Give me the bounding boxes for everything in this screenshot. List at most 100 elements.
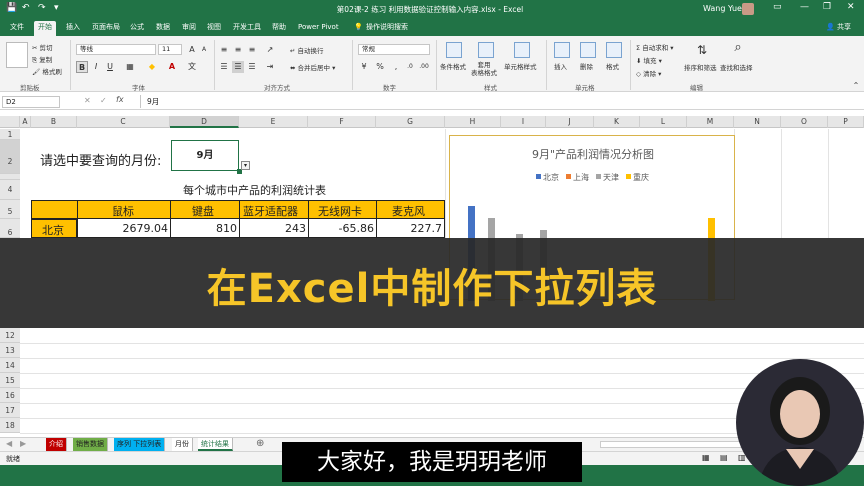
- col-header-d[interactable]: D: [170, 116, 239, 128]
- enter-icon[interactable]: ✓: [100, 96, 107, 105]
- underline-icon[interactable]: U: [104, 61, 116, 73]
- comma-icon[interactable]: ,: [390, 61, 402, 73]
- add-sheet-icon[interactable]: ⊕: [256, 438, 264, 449]
- align-right-icon[interactable]: ☰: [246, 61, 258, 73]
- col-header-i[interactable]: I: [501, 116, 546, 128]
- sheet-tab-intro[interactable]: 介绍: [46, 438, 67, 451]
- delete-button[interactable]: 删除: [580, 61, 593, 71]
- number-format-select[interactable]: 常规: [358, 44, 430, 55]
- autosum-button[interactable]: Σ 自动求和 ▾: [636, 42, 674, 52]
- col-header-a[interactable]: A: [20, 116, 31, 128]
- row-header-5[interactable]: 5: [0, 200, 20, 219]
- conditional-format-button[interactable]: 条件格式: [440, 61, 466, 71]
- col-header-h[interactable]: H: [445, 116, 501, 128]
- insert-cells-icon[interactable]: [554, 42, 570, 58]
- col-header-o[interactable]: O: [781, 116, 828, 128]
- ribbon-display-icon[interactable]: ▭: [773, 2, 782, 12]
- tab-file[interactable]: 文件: [6, 21, 28, 36]
- collapse-ribbon-icon[interactable]: ⌃: [850, 80, 862, 92]
- formula-input[interactable]: 9月: [140, 95, 855, 108]
- dropdown-arrow-icon[interactable]: ▾: [241, 161, 250, 170]
- row-header-14[interactable]: 14: [0, 358, 20, 373]
- align-left-icon[interactable]: ☰: [218, 61, 230, 73]
- currency-icon[interactable]: ¥: [358, 61, 370, 73]
- next-sheet-icon[interactable]: ▶: [20, 439, 26, 448]
- cut-button[interactable]: ✂ 剪切: [32, 42, 53, 52]
- col-header-g[interactable]: G: [376, 116, 445, 128]
- tab-page-layout[interactable]: 页面布局: [88, 21, 124, 36]
- sheet-tab-stats[interactable]: 统计结果: [198, 438, 233, 451]
- share-button[interactable]: 👤 共享: [822, 21, 855, 36]
- border-icon[interactable]: ▦: [124, 61, 136, 73]
- tab-insert[interactable]: 插入: [62, 21, 84, 36]
- function-icon[interactable]: fx: [116, 95, 124, 104]
- tab-formulas[interactable]: 公式: [126, 21, 148, 36]
- col-header-j[interactable]: J: [546, 116, 594, 128]
- col-header-k[interactable]: K: [594, 116, 640, 128]
- user-name[interactable]: Wang Yue: [703, 4, 742, 13]
- decrease-font-icon[interactable]: A: [198, 44, 210, 56]
- col-header-m[interactable]: M: [687, 116, 734, 128]
- row-header-2[interactable]: 2: [0, 140, 20, 174]
- row-header-12[interactable]: 12: [0, 328, 20, 343]
- normal-view-icon[interactable]: ▦: [702, 453, 710, 462]
- value-beijing-bt[interactable]: 243: [242, 222, 306, 235]
- align-middle-icon[interactable]: ≡: [232, 44, 244, 56]
- fill-button[interactable]: ⬇ 填充 ▾: [636, 55, 662, 65]
- insert-button[interactable]: 插入: [554, 61, 567, 71]
- col-header-f[interactable]: F: [308, 116, 376, 128]
- col-header-n[interactable]: N: [734, 116, 781, 128]
- value-beijing-keyboard[interactable]: 810: [173, 222, 237, 235]
- tell-me-search[interactable]: 操作说明搜索: [362, 21, 412, 36]
- font-size-select[interactable]: 11: [158, 44, 182, 55]
- redo-icon[interactable]: ↷: [38, 3, 46, 13]
- decrease-decimal-icon[interactable]: .00: [418, 61, 430, 73]
- close-icon[interactable]: ✕: [847, 2, 855, 12]
- sheet-tab-sales[interactable]: 销售数据: [73, 438, 108, 451]
- row-header-13[interactable]: 13: [0, 343, 20, 358]
- increase-font-icon[interactable]: A: [186, 44, 198, 56]
- row-header-1[interactable]: 1: [0, 129, 20, 140]
- cancel-icon[interactable]: ✕: [84, 96, 91, 105]
- percent-icon[interactable]: %: [374, 61, 386, 73]
- format-painter-button[interactable]: 🖌 格式刷: [32, 66, 62, 76]
- italic-icon[interactable]: I: [90, 61, 102, 73]
- cell-styles-button[interactable]: 单元格样式: [504, 61, 537, 71]
- save-icon[interactable]: 💾: [6, 3, 17, 13]
- tab-help[interactable]: 帮助: [268, 21, 290, 36]
- align-bottom-icon[interactable]: ≡: [246, 44, 258, 56]
- col-header-c[interactable]: C: [77, 116, 170, 128]
- conditional-format-icon[interactable]: [446, 42, 462, 58]
- format-cells-icon[interactable]: [606, 42, 622, 58]
- row-header-4[interactable]: 4: [0, 180, 20, 200]
- col-header-p[interactable]: P: [828, 116, 864, 128]
- col-header-e[interactable]: E: [239, 116, 308, 128]
- sort-filter-button[interactable]: 排序和筛选: [684, 62, 717, 72]
- bold-icon[interactable]: B: [76, 61, 88, 73]
- align-center-icon[interactable]: ☰: [232, 61, 244, 73]
- minimize-icon[interactable]: —: [800, 2, 809, 12]
- tab-home[interactable]: 开始: [34, 21, 56, 36]
- format-as-table-button[interactable]: 套用 表格格式: [471, 61, 497, 77]
- delete-cells-icon[interactable]: [580, 42, 596, 58]
- sort-filter-icon[interactable]: ⇅: [696, 44, 708, 56]
- sheet-tab-month[interactable]: 月份: [172, 438, 193, 451]
- value-beijing-mouse[interactable]: 2679.04: [80, 222, 169, 235]
- restore-icon[interactable]: ❐: [823, 2, 831, 12]
- undo-icon[interactable]: ↶: [22, 3, 30, 13]
- select-all-corner[interactable]: [0, 116, 20, 128]
- tab-developer[interactable]: 开发工具: [229, 21, 265, 36]
- wrap-text-button[interactable]: ↵ 自动换行: [290, 45, 324, 55]
- increase-decimal-icon[interactable]: .0: [404, 61, 416, 73]
- font-color-icon[interactable]: A: [166, 61, 178, 73]
- customize-icon[interactable]: ▾: [54, 3, 59, 13]
- value-beijing-wifi[interactable]: -65.86: [311, 222, 374, 235]
- row-header-17[interactable]: 17: [0, 403, 20, 418]
- col-header-b[interactable]: B: [31, 116, 77, 128]
- month-dropdown-cell[interactable]: 9月: [171, 140, 239, 171]
- format-button[interactable]: 格式: [606, 61, 619, 71]
- copy-button[interactable]: ⎘ 复制: [32, 54, 52, 65]
- clear-button[interactable]: ◇ 清除 ▾: [636, 68, 661, 78]
- align-top-icon[interactable]: ≡: [218, 44, 230, 56]
- cell-styles-icon[interactable]: [514, 42, 530, 58]
